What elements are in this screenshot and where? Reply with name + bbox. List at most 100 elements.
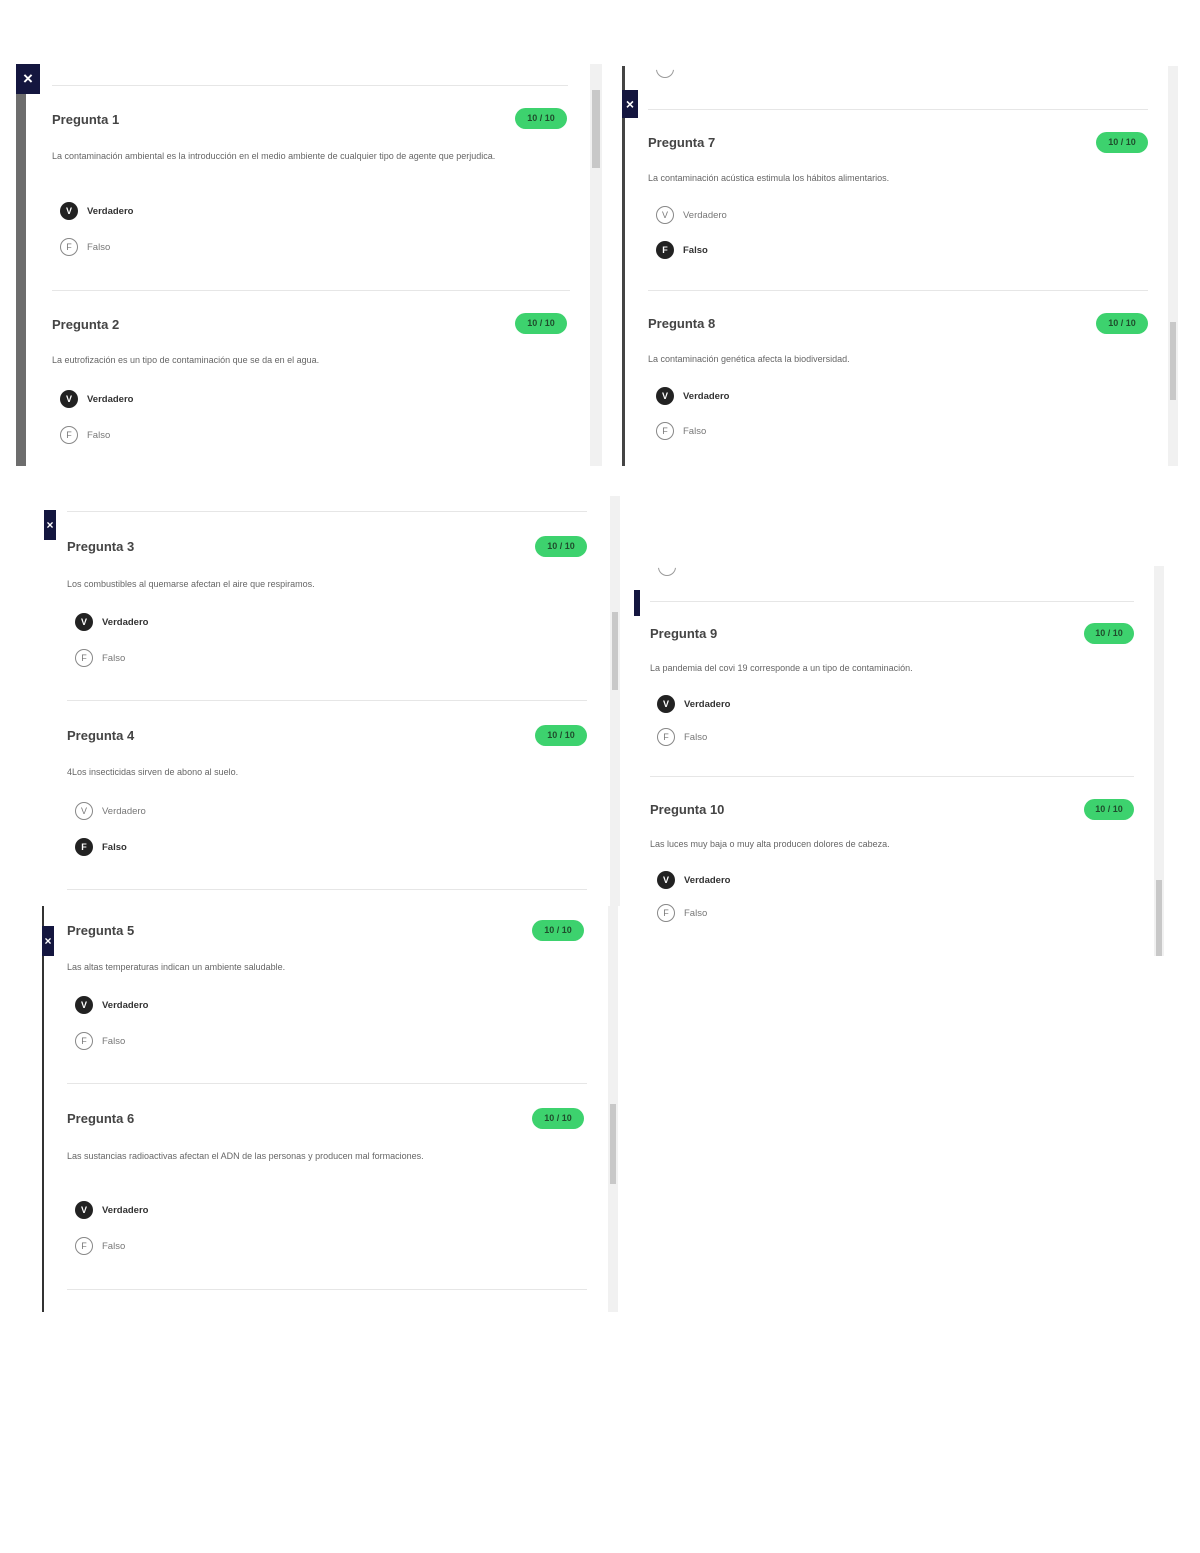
divider xyxy=(67,889,587,890)
falso-icon: F xyxy=(656,422,674,440)
option-falso[interactable]: F Falso xyxy=(657,727,707,747)
question-text: La contaminación genética afecta la biod… xyxy=(648,354,850,364)
verdadero-icon: V xyxy=(60,390,78,408)
option-falso[interactable]: F Falso xyxy=(657,903,707,923)
option-verdadero[interactable]: V Verdadero xyxy=(75,801,146,821)
option-verdadero[interactable]: V Verdadero xyxy=(656,205,727,225)
falso-icon: F xyxy=(75,1237,93,1255)
divider xyxy=(67,1289,587,1290)
quiz-panel-c: × Pregunta 3 10 / 10 Los combustibles al… xyxy=(44,488,628,906)
question-title: Pregunta 4 xyxy=(67,728,135,743)
close-button[interactable]: × xyxy=(622,90,638,118)
score-badge: 10 / 10 xyxy=(1084,623,1134,644)
option-falso[interactable]: F Falso xyxy=(75,837,127,857)
option-falso[interactable]: F Falso xyxy=(75,1236,125,1256)
option-verdadero[interactable]: V Verdadero xyxy=(656,386,729,406)
option-verdadero[interactable]: V Verdadero xyxy=(75,995,148,1015)
option-label: Falso xyxy=(102,652,126,664)
scrollbar[interactable] xyxy=(1168,66,1178,466)
radio-icon xyxy=(658,567,676,576)
scrollbar-thumb[interactable] xyxy=(592,90,600,168)
score-badge: 10 / 10 xyxy=(535,725,587,746)
option-label: Falso xyxy=(102,1035,126,1047)
option-verdadero[interactable]: V Verdadero xyxy=(60,389,133,409)
divider xyxy=(650,601,1134,602)
option-verdadero[interactable]: V Verdadero xyxy=(657,694,730,714)
question-title: Pregunta 10 xyxy=(650,802,725,817)
falso-icon: F xyxy=(656,241,674,259)
scrollbar-thumb[interactable] xyxy=(610,1104,616,1184)
divider xyxy=(648,109,1148,110)
verdadero-icon: V xyxy=(656,206,674,224)
close-button[interactable]: × xyxy=(44,510,56,540)
option-falso[interactable]: F Falso xyxy=(75,1031,125,1051)
option-falso[interactable]: F Falso xyxy=(656,240,708,260)
option-label: Falso xyxy=(683,425,707,437)
question-text: La contaminación ambiental es la introdu… xyxy=(52,151,496,161)
option-label: Falso xyxy=(102,1240,126,1252)
verdadero-icon: V xyxy=(60,202,78,220)
verdadero-icon: V xyxy=(75,802,93,820)
question-text: Las luces muy baja o muy alta producen d… xyxy=(650,839,890,849)
option-label: Verdadero xyxy=(102,616,149,628)
divider xyxy=(52,290,570,291)
option-label: Falso xyxy=(684,731,708,743)
scrollbar-thumb[interactable] xyxy=(1170,322,1176,400)
option-label: Falso xyxy=(87,429,111,441)
panel-edge xyxy=(16,94,26,466)
falso-icon: F xyxy=(657,904,675,922)
score-badge: 10 / 10 xyxy=(1096,132,1148,153)
falso-icon: F xyxy=(75,649,93,667)
question-title: Pregunta 1 xyxy=(52,112,120,127)
option-label: Verdadero xyxy=(102,1204,149,1216)
divider xyxy=(67,511,587,512)
verdadero-icon: V xyxy=(657,695,675,713)
question-text: La contaminación acústica estimula los h… xyxy=(648,173,890,183)
verdadero-icon: V xyxy=(656,387,674,405)
close-icon: × xyxy=(625,96,635,112)
divider xyxy=(67,700,587,701)
question-title: Pregunta 9 xyxy=(650,626,718,641)
question-text: Las altas temperaturas indican un ambien… xyxy=(67,962,286,972)
quiz-panel-a: × Pregunta 1 10 / 10 La contaminación am… xyxy=(16,64,604,466)
score-badge: 10 / 10 xyxy=(532,1108,584,1129)
option-falso[interactable]: F Falso xyxy=(60,237,110,257)
scrollbar-thumb[interactable] xyxy=(1156,880,1162,956)
divider xyxy=(67,1083,587,1084)
scrollbar[interactable] xyxy=(610,496,620,906)
close-button[interactable]: × xyxy=(16,64,40,94)
option-falso[interactable]: F Falso xyxy=(60,425,110,445)
question-title: Pregunta 7 xyxy=(648,135,716,150)
score-badge: 10 / 10 xyxy=(1084,799,1134,820)
panel-edge xyxy=(622,66,625,466)
question-title: Pregunta 3 xyxy=(67,539,135,554)
score-badge: 10 / 10 xyxy=(515,108,567,129)
question-text: La pandemia del covi 19 corresponde a un… xyxy=(650,663,913,673)
panel-edge xyxy=(634,590,640,616)
radio-icon xyxy=(656,69,674,78)
question-title: Pregunta 8 xyxy=(648,316,716,331)
score-badge: 10 / 10 xyxy=(532,920,584,941)
option-falso[interactable]: F Falso xyxy=(75,648,125,668)
quiz-panel-b: × Pregunta 7 10 / 10 La contaminación ac… xyxy=(622,66,1178,466)
scrollbar-thumb[interactable] xyxy=(612,612,618,690)
close-icon: × xyxy=(23,69,33,88)
option-verdadero[interactable]: V Verdadero xyxy=(657,870,730,890)
option-verdadero[interactable]: V Verdadero xyxy=(75,1200,148,1220)
close-button[interactable]: × xyxy=(42,926,54,956)
divider xyxy=(52,85,568,86)
option-falso[interactable]: F Falso xyxy=(656,421,706,441)
verdadero-icon: V xyxy=(75,996,93,1014)
falso-icon: F xyxy=(75,838,93,856)
option-label: Verdadero xyxy=(102,999,149,1011)
question-text: La eutrofización es un tipo de contamina… xyxy=(52,355,320,365)
verdadero-icon: V xyxy=(657,871,675,889)
option-label: Verdadero xyxy=(683,390,730,402)
option-label: Verdadero xyxy=(683,209,727,221)
option-label: Verdadero xyxy=(87,205,134,217)
close-icon: × xyxy=(44,934,52,948)
option-label: Verdadero xyxy=(684,698,731,710)
option-verdadero[interactable]: V Verdadero xyxy=(60,201,133,221)
option-verdadero[interactable]: V Verdadero xyxy=(75,612,148,632)
question-title: Pregunta 2 xyxy=(52,317,120,332)
